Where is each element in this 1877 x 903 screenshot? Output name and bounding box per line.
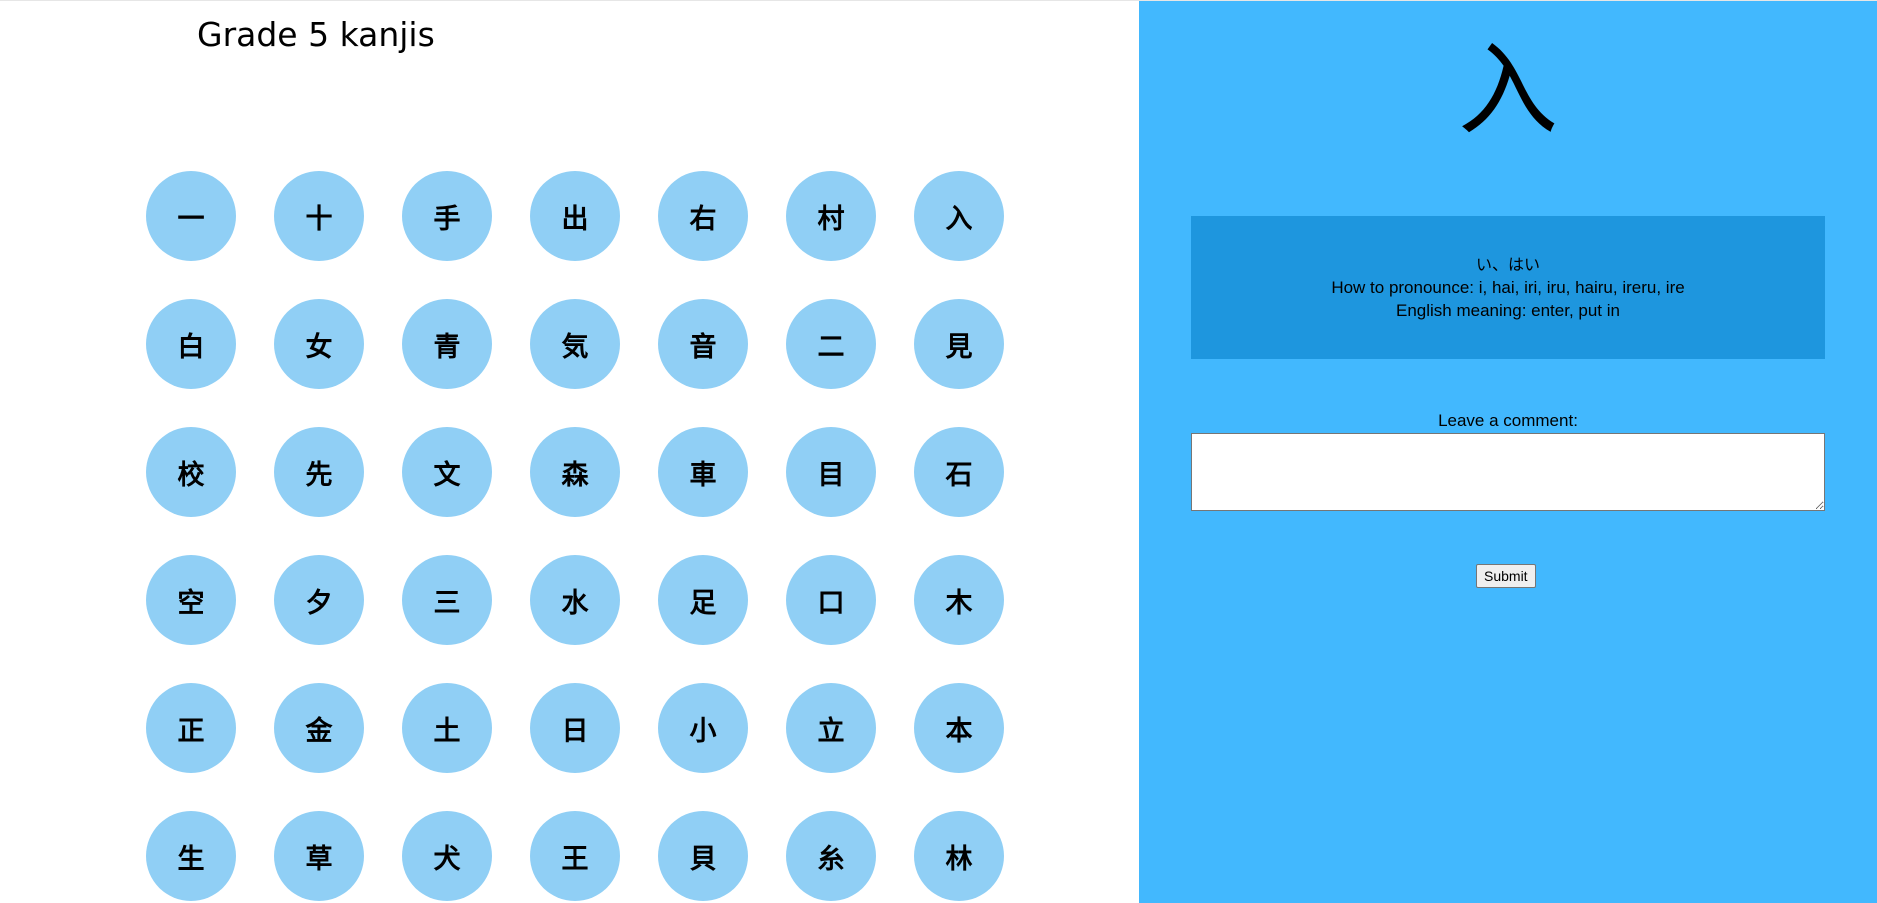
submit-button[interactable]: Submit (1476, 564, 1536, 588)
kanji-button[interactable]: 白 (146, 299, 236, 389)
kanji-button[interactable]: 金 (274, 683, 364, 773)
kanji-button[interactable]: 車 (658, 427, 748, 517)
kanji-button[interactable]: 二 (786, 299, 876, 389)
kanji-button[interactable]: 入 (914, 171, 1004, 261)
selected-kanji: 入 (1458, 32, 1558, 149)
kanji-button[interactable]: 音 (658, 299, 748, 389)
kanji-button[interactable]: 正 (146, 683, 236, 773)
kanji-button[interactable]: 本 (914, 683, 1004, 773)
comment-textarea[interactable] (1191, 433, 1825, 511)
kanji-button[interactable]: 文 (402, 427, 492, 517)
kanji-button[interactable]: 犬 (402, 811, 492, 901)
kanji-button[interactable]: 立 (786, 683, 876, 773)
page: Grade 5 kanjis 一十手出右村入白女青気音二見校先文森車目石空夕三水… (0, 0, 1877, 903)
kanji-button[interactable]: 出 (530, 171, 620, 261)
kanji-button[interactable]: 三 (402, 555, 492, 645)
kanji-button[interactable]: 草 (274, 811, 364, 901)
kanji-list-panel: Grade 5 kanjis 一十手出右村入白女青気音二見校先文森車目石空夕三水… (0, 1, 1139, 903)
kanji-button[interactable]: 女 (274, 299, 364, 389)
kanji-button[interactable]: 口 (786, 555, 876, 645)
kanji-info-box: い、はい How to pronounce: i, hai, iri, iru,… (1191, 216, 1825, 359)
kanji-button[interactable]: 小 (658, 683, 748, 773)
kanji-button[interactable]: 校 (146, 427, 236, 517)
kanji-button[interactable]: 目 (786, 427, 876, 517)
kanji-button[interactable]: 足 (658, 555, 748, 645)
kanji-button[interactable]: 日 (530, 683, 620, 773)
kanji-button[interactable]: 空 (146, 555, 236, 645)
kanji-reading: い、はい (1475, 255, 1540, 274)
kanji-meaning: English meaning: enter, put in (1396, 301, 1620, 320)
page-title: Grade 5 kanjis (197, 15, 435, 54)
kanji-button[interactable]: 土 (402, 683, 492, 773)
kanji-button[interactable]: 一 (146, 171, 236, 261)
kanji-button[interactable]: 石 (914, 427, 1004, 517)
kanji-button[interactable]: 王 (530, 811, 620, 901)
kanji-button[interactable]: 水 (530, 555, 620, 645)
comment-label: Leave a comment: (1438, 411, 1578, 430)
kanji-button[interactable]: 先 (274, 427, 364, 517)
kanji-button[interactable]: 林 (914, 811, 1004, 901)
kanji-button[interactable]: 村 (786, 171, 876, 261)
kanji-button[interactable]: 青 (402, 299, 492, 389)
kanji-button[interactable]: 糸 (786, 811, 876, 901)
kanji-button[interactable]: 生 (146, 811, 236, 901)
kanji-button[interactable]: 見 (914, 299, 1004, 389)
kanji-button[interactable]: 気 (530, 299, 620, 389)
kanji-button[interactable]: 夕 (274, 555, 364, 645)
kanji-grid: 一十手出右村入白女青気音二見校先文森車目石空夕三水足口木正金土日小立本生草犬王貝… (146, 171, 1004, 901)
kanji-button[interactable]: 貝 (658, 811, 748, 901)
kanji-button[interactable]: 十 (274, 171, 364, 261)
kanji-button[interactable]: 森 (530, 427, 620, 517)
kanji-pronunciation: How to pronounce: i, hai, iri, iru, hair… (1331, 278, 1685, 297)
kanji-button[interactable]: 木 (914, 555, 1004, 645)
kanji-button[interactable]: 右 (658, 171, 748, 261)
kanji-button[interactable]: 手 (402, 171, 492, 261)
kanji-detail-panel: 入 い、はい How to pronounce: i, hai, iri, ir… (1139, 1, 1877, 903)
